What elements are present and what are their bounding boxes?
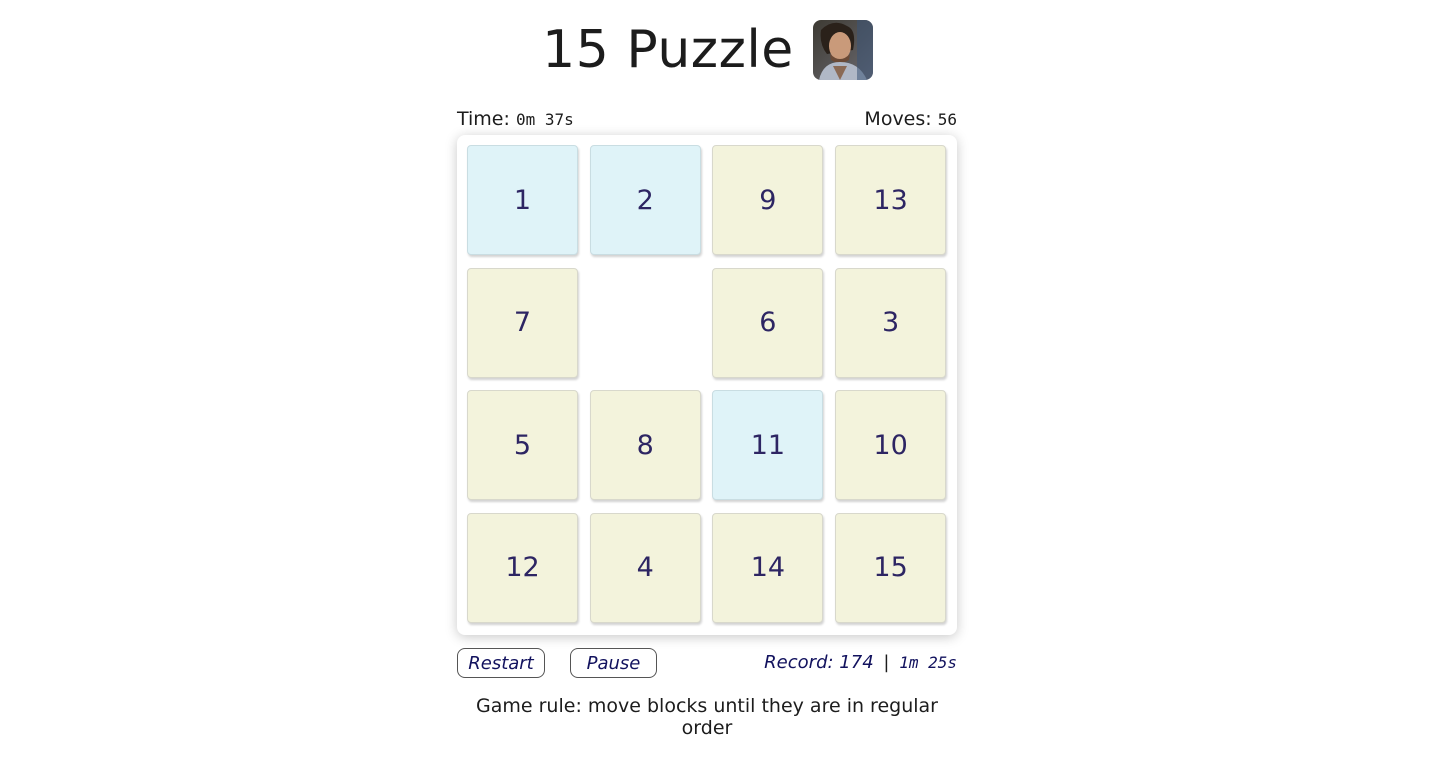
moves-label: Moves:: [864, 108, 932, 130]
time-display: Time: 0m 37s: [457, 108, 574, 130]
puzzle-tile[interactable]: 2: [589, 145, 701, 255]
moves-value: 56: [937, 110, 957, 129]
header: 15 Puzzle: [0, 20, 1415, 80]
moves-display: Moves: 56: [864, 108, 957, 130]
puzzle-tile[interactable]: 5: [467, 390, 578, 500]
record-label: Record:: [764, 652, 834, 673]
puzzle-tile[interactable]: 10: [835, 390, 947, 500]
puzzle-tile[interactable]: 8: [589, 390, 701, 500]
puzzle-tile[interactable]: 15: [835, 512, 947, 623]
game-rule-text: Game rule: move blocks until they are in…: [476, 695, 938, 739]
puzzle-tile[interactable]: 7: [467, 267, 578, 378]
pause-button[interactable]: Pause: [570, 648, 657, 678]
puzzle-tile[interactable]: 4: [589, 512, 701, 623]
page-title: 15 Puzzle: [542, 20, 794, 80]
puzzle-tile[interactable]: 1: [467, 145, 578, 255]
controls: Restart Pause Record: 174 | 1m 25s: [457, 648, 957, 678]
puzzle-tile[interactable]: 14: [712, 512, 824, 623]
record-separator: |: [883, 652, 890, 673]
profile-photo-icon: [812, 20, 873, 80]
restart-button[interactable]: Restart: [457, 648, 545, 678]
time-label: Time:: [457, 108, 510, 130]
record-moves: 174: [839, 652, 874, 673]
record-time: 1m 25s: [899, 653, 957, 672]
puzzle-tile[interactable]: 6: [712, 267, 824, 378]
puzzle-tile[interactable]: 13: [835, 145, 947, 255]
record-display: Record: 174 | 1m 25s: [764, 652, 957, 673]
puzzle-tile[interactable]: 12: [467, 512, 578, 623]
puzzle-board: 1 2 9 13 7 6 3 5 8 11 10 12 4 14 15: [457, 135, 957, 635]
puzzle-tile[interactable]: 3: [835, 267, 947, 378]
stats-bar: Time: 0m 37s Moves: 56: [457, 108, 957, 130]
puzzle-tile[interactable]: 11: [712, 390, 824, 500]
puzzle-tile[interactable]: 9: [712, 145, 824, 255]
time-value: 0m 37s: [515, 110, 574, 129]
